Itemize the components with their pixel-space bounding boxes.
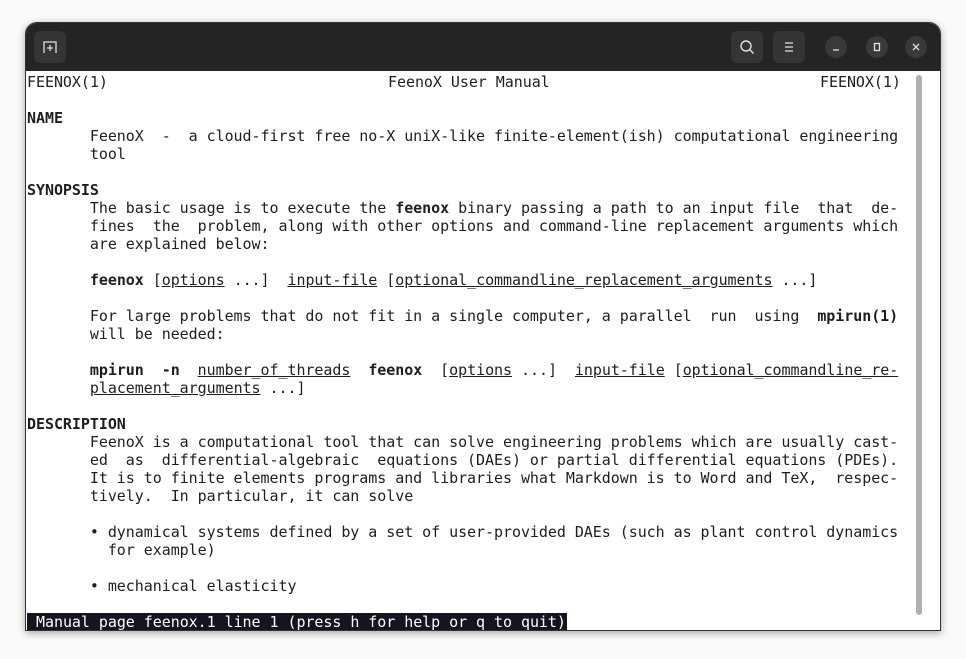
menu-button[interactable] <box>773 31 805 63</box>
text-segment: FeenoX is a computational tool that can … <box>27 433 899 451</box>
close-button[interactable] <box>905 36 927 58</box>
text-line <box>27 91 898 109</box>
text-line <box>27 163 898 181</box>
underlined-text: optional_commandline_re- <box>682 361 899 379</box>
text-line: SYNOPSIS <box>27 181 898 199</box>
text-line <box>27 289 898 307</box>
text-segment: ...] <box>772 271 818 289</box>
man-page-text: FEENOX(1) FeenoX User Manual FEENOX(1) NAME… <box>27 73 901 630</box>
text-segment: • mechanical elasticity <box>27 577 297 595</box>
text-line <box>27 253 898 271</box>
header-bar <box>26 23 940 71</box>
text-line: DESCRIPTION <box>27 415 898 433</box>
text-segment <box>27 379 90 397</box>
text-segment: binary passing a path to an input file t… <box>449 199 899 217</box>
maximize-icon <box>873 42 881 52</box>
text-line: NAME <box>27 109 898 127</box>
pager-status: Manual page feenox.1 line 1 (press h for… <box>27 613 567 630</box>
text-segment: are explained below: <box>27 235 270 253</box>
minimize-button[interactable] <box>825 36 847 58</box>
text-line: mpirun -n number_of_threads feenox [opti… <box>27 361 898 379</box>
text-segment: will be needed: <box>27 325 225 343</box>
bold-text: DESCRIPTION <box>27 415 126 433</box>
text-line: • dynamical systems defined by a set of … <box>27 523 898 541</box>
text-segment: [ <box>143 271 162 289</box>
text-segment: FeenoX - a cloud-first free no-X uniX-li… <box>27 127 899 145</box>
text-line: For large problems that do not fit in a … <box>27 307 898 325</box>
text-segment <box>27 271 90 289</box>
text-line: tively. In particular, it can solve <box>27 487 898 505</box>
maximize-button[interactable] <box>866 36 888 58</box>
scrollbar[interactable] <box>916 75 922 615</box>
close-icon <box>912 43 920 51</box>
underlined-text: options <box>449 361 513 379</box>
text-line: feenox [options ...] input-file [optiona… <box>27 271 898 289</box>
text-line: ed as differential-algebraic equations (… <box>27 451 898 469</box>
minimize-icon <box>833 49 839 51</box>
text-line: are explained below: <box>27 235 898 253</box>
text-line <box>27 505 898 523</box>
text-segment: for example) <box>27 541 216 559</box>
status-line: Manual page feenox.1 line 1 (press h for… <box>27 613 898 630</box>
underlined-text: options <box>161 271 225 289</box>
text-line: FeenoX is a computational tool that can … <box>27 433 898 451</box>
bold-text: mpirun(1) <box>817 307 899 325</box>
text-segment: [ <box>377 271 396 289</box>
text-segment: ...] <box>224 271 288 289</box>
bold-text: feenox <box>395 199 450 217</box>
underlined-text: placement_arguments <box>89 379 261 397</box>
terminal-window: FEENOX(1) FeenoX User Manual FEENOX(1) NAME… <box>25 22 941 631</box>
man-header: FEENOX(1) FeenoX User Manual FEENOX(1) <box>27 73 901 91</box>
text-line: tool <box>27 145 898 163</box>
text-line: will be needed: <box>27 325 898 343</box>
text-segment: [ <box>664 361 683 379</box>
text-line <box>27 595 898 613</box>
hamburger-menu-icon <box>785 42 793 52</box>
text-line: fines the problem, along with other opti… <box>27 217 898 235</box>
text-segment <box>350 361 368 379</box>
text-line: for example) <box>27 541 898 559</box>
text-line <box>27 397 898 415</box>
text-segment: [ <box>422 361 450 379</box>
bold-text: feenox <box>89 271 144 289</box>
underlined-text: input-file <box>574 361 665 379</box>
header-left: FEENOX(1) <box>27 73 108 91</box>
bold-text: mpirun -n <box>89 361 180 379</box>
bold-text: feenox <box>368 361 423 379</box>
new-tab-icon <box>43 41 57 53</box>
bold-text: NAME <box>27 109 63 127</box>
text-line: FeenoX - a cloud-first free no-X uniX-li… <box>27 127 898 145</box>
text-line: placement_arguments ...] <box>27 379 898 397</box>
underlined-text: input-file <box>287 271 378 289</box>
text-segment: • dynamical systems defined by a set of … <box>27 523 899 541</box>
bold-text: SYNOPSIS <box>27 181 99 199</box>
text-segment: tool <box>27 145 126 163</box>
text-segment: ...] <box>512 361 575 379</box>
search-button[interactable] <box>731 31 763 63</box>
text-segment <box>180 361 198 379</box>
text-segment: ...] <box>260 379 306 397</box>
terminal-content[interactable]: FEENOX(1) FeenoX User Manual FEENOX(1) NAME… <box>27 73 924 630</box>
text-segment: ed as differential-algebraic equations (… <box>27 451 899 469</box>
text-line: The basic usage is to execute the feenox… <box>27 199 898 217</box>
underlined-text: number_of_threads <box>197 361 351 379</box>
underlined-text: optional_commandline_replacement_argumen… <box>395 271 773 289</box>
text-segment: For large problems that do not fit in a … <box>27 307 818 325</box>
header-right: FEENOX(1) <box>820 73 901 91</box>
text-line <box>27 343 898 361</box>
text-line: • mechanical elasticity <box>27 577 898 595</box>
text-line <box>27 559 898 577</box>
text-segment <box>27 361 90 379</box>
text-segment: tively. In particular, it can solve <box>27 487 414 505</box>
text-segment: It is to finite elements programs and li… <box>27 469 899 487</box>
search-icon <box>740 40 754 54</box>
text-line: It is to finite elements programs and li… <box>27 469 898 487</box>
text-segment: The basic usage is to execute the <box>27 199 396 217</box>
new-tab-button[interactable] <box>34 31 66 63</box>
header-center: FeenoX User Manual <box>388 73 550 91</box>
text-segment: fines the problem, along with other opti… <box>27 217 899 235</box>
